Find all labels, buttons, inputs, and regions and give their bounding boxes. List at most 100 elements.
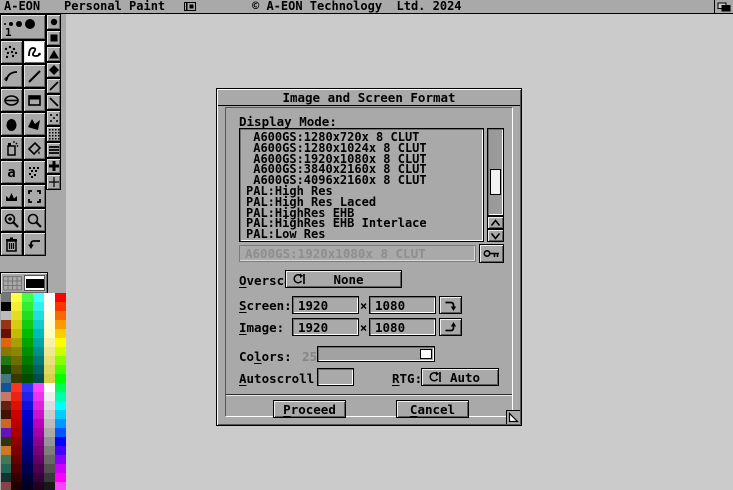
palette-cell[interactable] <box>22 464 33 473</box>
palette-cell[interactable] <box>33 437 44 446</box>
palette-cell[interactable] <box>55 374 66 383</box>
screen-width-field[interactable]: 1920 <box>292 296 359 314</box>
palette-cell[interactable] <box>11 482 22 490</box>
shape-plus-thin[interactable] <box>46 174 61 190</box>
menu-app-name[interactable]: A-EON <box>4 0 40 13</box>
palette-cell[interactable] <box>22 347 33 356</box>
palette-cell[interactable] <box>33 365 44 374</box>
tool-line[interactable] <box>23 64 46 88</box>
image-width-field[interactable]: 1920 <box>292 318 359 336</box>
palette-cell[interactable] <box>11 302 22 311</box>
palette-cell[interactable] <box>33 302 44 311</box>
palette-cell[interactable] <box>55 437 66 446</box>
palette-cell[interactable] <box>44 392 55 401</box>
palette-cell[interactable] <box>22 410 33 419</box>
palette-cell[interactable] <box>44 482 55 490</box>
palette-cell[interactable] <box>44 311 55 320</box>
palette-cell[interactable] <box>44 455 55 464</box>
palette-cell[interactable] <box>55 410 66 419</box>
palette-cell[interactable] <box>1 419 11 428</box>
palette-cell[interactable] <box>1 302 11 311</box>
dialog-titlebar[interactable]: Image and Screen Format <box>218 90 520 106</box>
palette-cell[interactable] <box>44 383 55 392</box>
palette-cell[interactable] <box>44 302 55 311</box>
palette-cell[interactable] <box>33 401 44 410</box>
paper-format-tile[interactable] <box>0 272 48 294</box>
palette-cell[interactable] <box>33 455 44 464</box>
palette-cell[interactable] <box>44 419 55 428</box>
tool-freehand[interactable] <box>23 40 46 64</box>
palette-cell[interactable] <box>44 374 55 383</box>
palette-cell[interactable] <box>33 356 44 365</box>
shape-slash[interactable] <box>46 78 61 94</box>
palette-cell[interactable] <box>22 302 33 311</box>
palette-cell[interactable] <box>44 410 55 419</box>
palette-cell[interactable] <box>22 428 33 437</box>
palette-cell[interactable] <box>55 419 66 428</box>
palette-cell[interactable] <box>11 365 22 374</box>
palette-cell[interactable] <box>11 293 22 302</box>
palette-cell[interactable] <box>22 383 33 392</box>
palette-cell[interactable] <box>55 347 66 356</box>
scrollbar-track[interactable] <box>487 128 504 216</box>
shape-plus-bold[interactable] <box>46 158 61 174</box>
palette-cell[interactable] <box>11 356 22 365</box>
palette-cell[interactable] <box>11 374 22 383</box>
palette-cell[interactable] <box>1 410 11 419</box>
palette-cell[interactable] <box>11 473 22 482</box>
palette-cell[interactable] <box>1 437 11 446</box>
cancel-button[interactable]: Cancel <box>396 400 469 418</box>
tool-magnifier[interactable] <box>23 208 46 232</box>
palette-cell[interactable] <box>22 338 33 347</box>
shape-h-lines[interactable] <box>46 142 61 158</box>
proceed-button[interactable]: Proceed <box>273 400 346 418</box>
tool-fill-bucket[interactable] <box>23 136 46 160</box>
screen-depth-gadget[interactable] <box>714 0 733 13</box>
palette-cell[interactable] <box>1 473 11 482</box>
tool-text-tool[interactable]: a <box>0 160 23 184</box>
palette-cell[interactable] <box>11 392 22 401</box>
palette-cell[interactable] <box>55 455 66 464</box>
palette-cell[interactable] <box>55 320 66 329</box>
palette-cell[interactable] <box>11 329 22 338</box>
tool-curve[interactable] <box>0 64 23 88</box>
shape-dots-dense[interactable] <box>46 126 61 142</box>
palette-cell[interactable] <box>11 428 22 437</box>
palette-cell[interactable] <box>22 437 33 446</box>
palette-cell[interactable] <box>1 482 11 490</box>
palette-cell[interactable] <box>1 446 11 455</box>
palette-cell[interactable] <box>1 383 11 392</box>
palette-cell[interactable] <box>33 392 44 401</box>
shape-diamond[interactable] <box>46 62 61 78</box>
palette-cell[interactable] <box>44 401 55 410</box>
palette-cell[interactable] <box>33 428 44 437</box>
current-color-swatch[interactable] <box>26 279 44 288</box>
palette-cell[interactable] <box>22 392 33 401</box>
palette-cell[interactable] <box>55 329 66 338</box>
palette-cell[interactable] <box>1 374 11 383</box>
palette-cell[interactable] <box>11 437 22 446</box>
palette-cell[interactable] <box>33 293 44 302</box>
palette-cell[interactable] <box>11 320 22 329</box>
palette-cell[interactable] <box>44 347 55 356</box>
palette-cell[interactable] <box>44 293 55 302</box>
palette-cell[interactable] <box>22 446 33 455</box>
palette-cell[interactable] <box>1 329 11 338</box>
palette-cell[interactable] <box>1 392 11 401</box>
tool-polygon[interactable] <box>23 112 46 136</box>
palette-cell[interactable] <box>33 374 44 383</box>
palette-cell[interactable] <box>22 329 33 338</box>
tool-ellipse[interactable] <box>0 88 23 112</box>
lock-mode-button[interactable] <box>479 244 504 263</box>
palette-cell[interactable] <box>11 446 22 455</box>
tool-zoom-in[interactable] <box>0 208 23 232</box>
palette-cell[interactable] <box>1 365 11 374</box>
palette-cell[interactable] <box>44 473 55 482</box>
palette-cell[interactable] <box>44 446 55 455</box>
palette-cell[interactable] <box>55 392 66 401</box>
tool-airbrush[interactable] <box>0 184 23 208</box>
tool-spray-can[interactable] <box>0 136 23 160</box>
palette-cell[interactable] <box>22 356 33 365</box>
palette-cell[interactable] <box>33 383 44 392</box>
palette-cell[interactable] <box>22 455 33 464</box>
